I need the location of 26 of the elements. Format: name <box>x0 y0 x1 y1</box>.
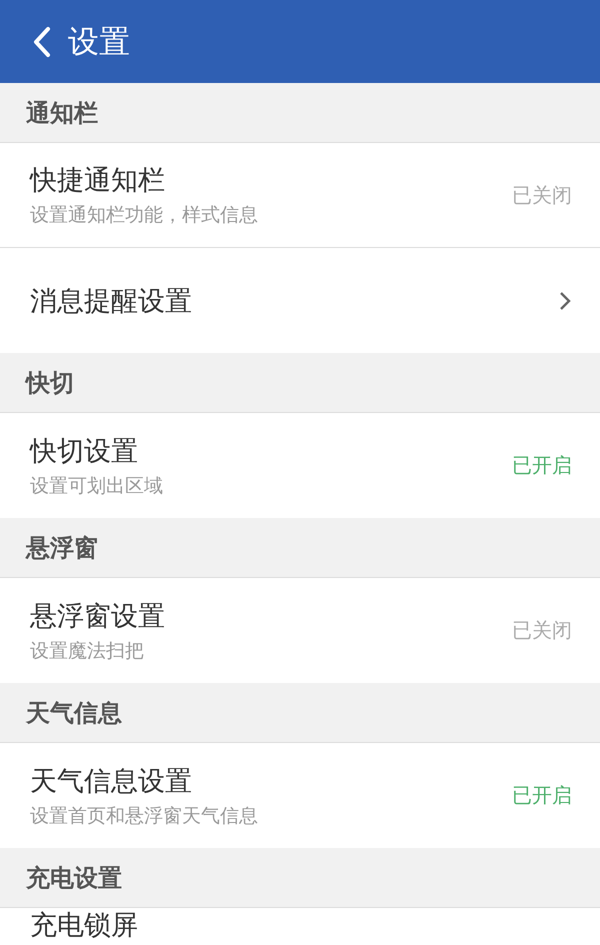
section-title: 快切 <box>26 368 74 398</box>
status-label: 已开启 <box>512 452 572 479</box>
section-title: 悬浮窗 <box>26 532 98 564</box>
settings-row[interactable]: 天气信息设置 设置首页和悬浮窗天气信息 已开启 <box>0 743 600 848</box>
row-title: 天气信息设置 <box>30 764 193 798</box>
section-title: 充电设置 <box>26 862 122 894</box>
row-title: 快捷通知栏 <box>30 164 166 198</box>
settings-row[interactable]: 消息提醒设置 <box>0 248 600 353</box>
row-title: 消息提醒设置 <box>30 284 192 318</box>
section-title: 天气信息 <box>26 698 122 728</box>
row-subtitle: 设置通知栏功能，样式信息 <box>30 203 258 228</box>
row-title: 充电锁屏 <box>30 910 138 942</box>
row-title: 快切设置 <box>30 434 139 468</box>
settings-row[interactable]: 悬浮窗设置 设置魔法扫把 已关闭 <box>0 578 600 683</box>
status-label: 已关闭 <box>512 182 572 208</box>
status-label: 已开启 <box>512 782 572 809</box>
page-title: 设置 <box>68 22 130 62</box>
row-subtitle: 设置可划出区域 <box>30 474 163 498</box>
status-label: 已关闭 <box>512 617 572 644</box>
settings-row[interactable]: 快切设置 设置可划出区域 已开启 <box>0 413 600 518</box>
row-subtitle: 设置首页和悬浮窗天气信息 <box>30 804 258 828</box>
row-title: 悬浮窗设置 <box>30 600 165 634</box>
settings-row[interactable]: 充电锁屏 <box>0 908 600 945</box>
chevron-right-icon <box>558 290 572 312</box>
section-title: 通知栏 <box>26 98 98 128</box>
row-subtitle: 设置魔法扫把 <box>30 638 145 664</box>
